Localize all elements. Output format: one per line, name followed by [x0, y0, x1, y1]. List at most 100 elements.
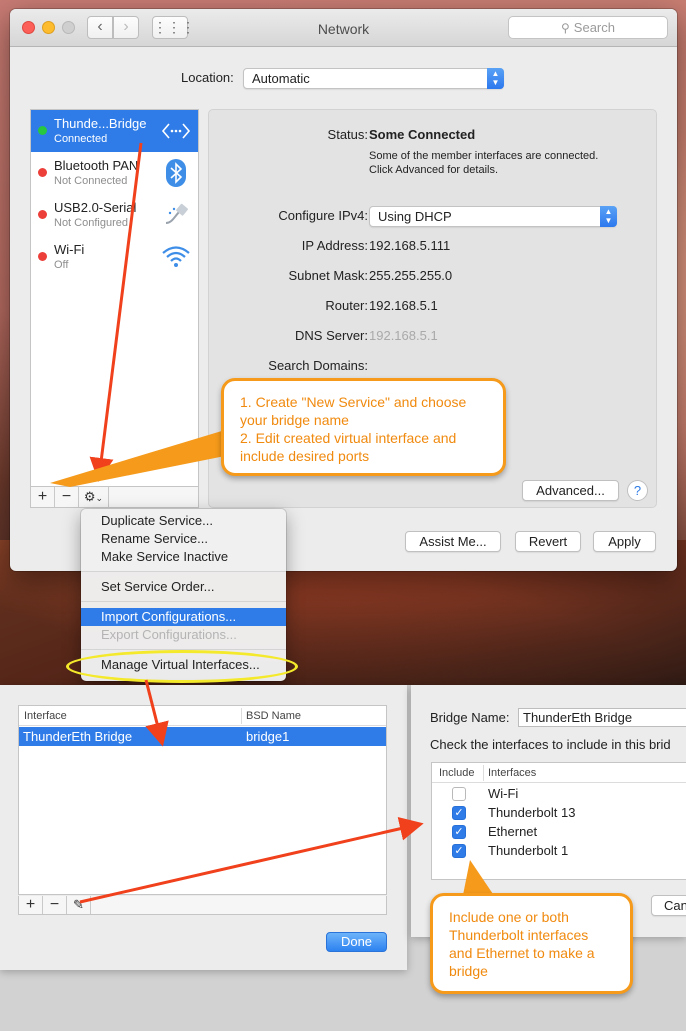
remove-interface-button[interactable]: − — [43, 896, 67, 914]
bsd-name-cell: bridge1 — [246, 729, 290, 744]
service-list: Thunde...Bridge Connected Bluetooth PAN … — [30, 109, 199, 508]
service-name: USB2.0-Serial — [54, 200, 137, 215]
callout-line: 2. Edit created virtual interface and — [240, 430, 457, 446]
service-status: Connected — [54, 133, 108, 145]
subnet-mask-value: 255.255.255.0 — [369, 268, 453, 283]
callout-line: 1. Create "New Service" and choose — [240, 394, 467, 410]
service-item-usb-serial[interactable]: USB2.0-Serial Not Configured — [31, 194, 198, 236]
network-window: ‹ › ⋮⋮⋮ Network ⚲ Search Location: Automa… — [10, 9, 677, 571]
dns-server-label: DNS Server: — [295, 328, 368, 343]
add-service-button[interactable]: + — [31, 487, 55, 507]
callout-line: bridge — [449, 963, 488, 979]
status-value: Some Connected — [369, 127, 476, 142]
instruction-callout: 1. Create "New Service" and choose your … — [221, 378, 506, 476]
title-bar: ‹ › ⋮⋮⋮ Network ⚲ Search — [10, 9, 677, 47]
search-icon: ⚲ — [561, 21, 570, 35]
bridge-name-label: Bridge Name: — [430, 710, 510, 725]
column-header-interfaces[interactable]: Interfaces — [488, 767, 536, 779]
table-row[interactable]: ThunderEth Bridge bridge1 — [19, 727, 386, 746]
status-note-line2: Click Advanced for details. — [369, 164, 499, 176]
interface-name: Thunderbolt 1 — [488, 843, 569, 858]
add-interface-button[interactable]: + — [19, 896, 43, 914]
help-button[interactable]: ? — [627, 480, 648, 501]
revert-button[interactable]: Revert — [515, 531, 581, 552]
apply-button[interactable]: Apply — [593, 531, 656, 552]
include-checkbox-ethernet[interactable]: ✓ — [452, 825, 466, 839]
checkmark-icon: ✓ — [454, 826, 464, 838]
include-checkbox-thunderbolt-13[interactable]: ✓ — [452, 806, 466, 820]
cancel-button[interactable]: Can — [651, 895, 686, 916]
menu-item-duplicate-service[interactable]: Duplicate Service... — [81, 512, 286, 530]
dns-server-value: 192.168.5.1 — [369, 328, 438, 343]
ip-address-value: 192.168.5.111 — [369, 238, 451, 253]
service-list-toolbar: + − ⚙⌄ — [30, 486, 199, 508]
checkmark-icon: ✓ — [454, 845, 464, 857]
service-item-thunderbolt-bridge[interactable]: Thunde...Bridge Connected — [31, 110, 198, 152]
action-menu-button[interactable]: ⚙⌄ — [79, 487, 109, 507]
menu-item-rename-service[interactable]: Rename Service... — [81, 530, 286, 548]
configure-ipv4-popup[interactable]: Using DHCP ▲ ▼ — [369, 206, 617, 227]
advanced-button[interactable]: Advanced... — [522, 480, 619, 501]
configure-ipv4-value: Using DHCP — [378, 209, 452, 224]
modem-icon — [160, 199, 192, 231]
status-dot — [38, 168, 47, 177]
router-value: 192.168.5.1 — [369, 298, 438, 313]
callout-line: your bridge name — [240, 412, 349, 428]
bluetooth-icon — [160, 157, 192, 189]
service-name: Wi-Fi — [54, 242, 85, 257]
subnet-mask-label: Subnet Mask: — [288, 268, 369, 283]
router-label: Router: — [325, 298, 368, 313]
include-checkbox-thunderbolt-1[interactable]: ✓ — [452, 844, 466, 858]
interface-name: Thunderbolt 13 — [488, 805, 576, 820]
status-dot — [38, 126, 47, 135]
menu-item-set-service-order[interactable]: Set Service Order... — [81, 578, 286, 596]
highlight-ellipse — [66, 650, 298, 683]
checkmark-icon: ✓ — [454, 807, 464, 819]
service-name: Thunde...Bridge — [54, 116, 147, 131]
bridge-icon — [160, 115, 192, 147]
status-dot — [38, 210, 47, 219]
done-button[interactable]: Done — [326, 932, 387, 952]
configure-ipv4-label: Configure IPv4: — [278, 208, 368, 223]
search-placeholder: Search — [573, 20, 615, 35]
remove-service-button[interactable]: − — [55, 487, 79, 507]
menu-item-import-configurations[interactable]: Import Configurations... — [81, 608, 286, 626]
column-header-include[interactable]: Include — [439, 767, 474, 779]
status-dot — [38, 252, 47, 261]
status-note-line1: Some of the member interfaces are connec… — [369, 150, 599, 162]
popup-stepper-icon: ▲ ▼ — [487, 68, 504, 89]
service-item-bluetooth-pan[interactable]: Bluetooth PAN Not Connected — [31, 152, 198, 194]
service-item-wifi[interactable]: Wi-Fi Off — [31, 236, 198, 278]
menu-separator — [81, 601, 286, 602]
ip-address-label: IP Address: — [301, 238, 368, 253]
callout-line: and Ethernet to make a — [449, 945, 595, 961]
interface-name: Ethernet — [488, 824, 538, 839]
bridge-name-field[interactable]: ThunderEth Bridge — [518, 708, 686, 727]
edit-interface-button[interactable]: ✎ — [67, 896, 91, 914]
column-header-interface[interactable]: Interface — [24, 710, 67, 722]
gear-icon: ⚙ — [83, 489, 96, 504]
column-header-bsd-name[interactable]: BSD Name — [246, 710, 301, 722]
bridge-interfaces-table: Include Interfaces Wi-Fi ✓ Thunderbolt 1… — [431, 762, 686, 880]
include-checkbox-wifi[interactable] — [452, 787, 466, 801]
search-field[interactable]: ⚲ Search — [508, 16, 668, 39]
column-divider — [241, 708, 242, 724]
service-status: Not Configured — [54, 217, 128, 229]
menu-item-export-configurations: Export Configurations... — [101, 627, 237, 642]
status-label: Status: — [327, 127, 368, 142]
location-popup[interactable]: Automatic ▲ ▼ — [243, 68, 504, 89]
location-value: Automatic — [252, 71, 310, 86]
virtual-interfaces-toolbar: + − ✎ — [18, 896, 387, 915]
assist-me-button[interactable]: Assist Me... — [405, 531, 501, 552]
virtual-interfaces-table: Interface BSD Name ThunderEth Bridge bri… — [18, 705, 387, 895]
virtual-interfaces-sheet: Interface BSD Name ThunderEth Bridge bri… — [0, 685, 407, 970]
callout-line: Thunderbolt interfaces — [449, 927, 589, 943]
menu-item-make-inactive[interactable]: Make Service Inactive — [81, 548, 286, 566]
service-status: Not Connected — [54, 175, 128, 187]
chevron-down-icon: ⌄ — [95, 493, 104, 503]
table-header: Interface BSD Name — [19, 706, 386, 726]
interfaces-callout: Include one or both Thunderbolt interfac… — [430, 893, 633, 994]
menu-separator — [81, 571, 286, 572]
search-domains-label: Search Domains: — [268, 358, 368, 373]
pencil-icon: ✎ — [73, 897, 84, 912]
